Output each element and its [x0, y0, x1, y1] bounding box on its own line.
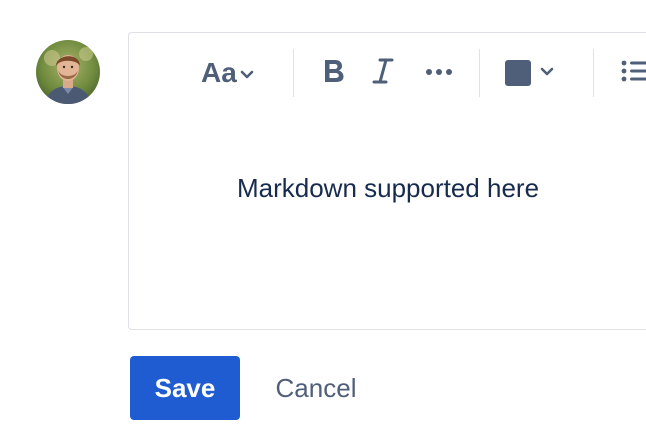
save-button[interactable]: Save — [130, 356, 240, 420]
bold-icon — [321, 57, 347, 90]
cancel-button[interactable]: Cancel — [258, 356, 374, 420]
bold-button[interactable] — [321, 55, 347, 91]
avatar-image — [36, 40, 100, 104]
bullet-list-button[interactable] — [621, 55, 646, 91]
comment-editor-page: Aa Markdown supported here Save Cancel — [0, 0, 646, 430]
toolbar-divider — [479, 49, 480, 97]
editor-toolbar: Aa — [129, 33, 646, 113]
chevron-down-icon — [239, 57, 255, 89]
toolbar-divider — [593, 49, 594, 97]
editor-placeholder[interactable]: Markdown supported here — [129, 173, 646, 204]
bullet-list-icon — [621, 59, 646, 88]
comment-editor[interactable]: Aa Markdown supported here — [128, 32, 646, 330]
clip-area: Aa Markdown supported here Save Cancel — [0, 0, 646, 430]
chevron-down-icon — [539, 63, 555, 84]
avatar[interactable] — [36, 40, 100, 104]
text-color-dropdown[interactable] — [505, 55, 555, 91]
more-formatting-button[interactable] — [425, 55, 453, 91]
text-style-label: Aa — [201, 57, 237, 88]
italic-icon — [371, 57, 395, 90]
italic-button[interactable] — [371, 55, 395, 91]
toolbar-divider — [293, 49, 294, 97]
text-color-icon — [505, 60, 531, 86]
text-style-dropdown[interactable]: Aa — [201, 55, 255, 91]
more-horizontal-icon — [425, 64, 453, 82]
